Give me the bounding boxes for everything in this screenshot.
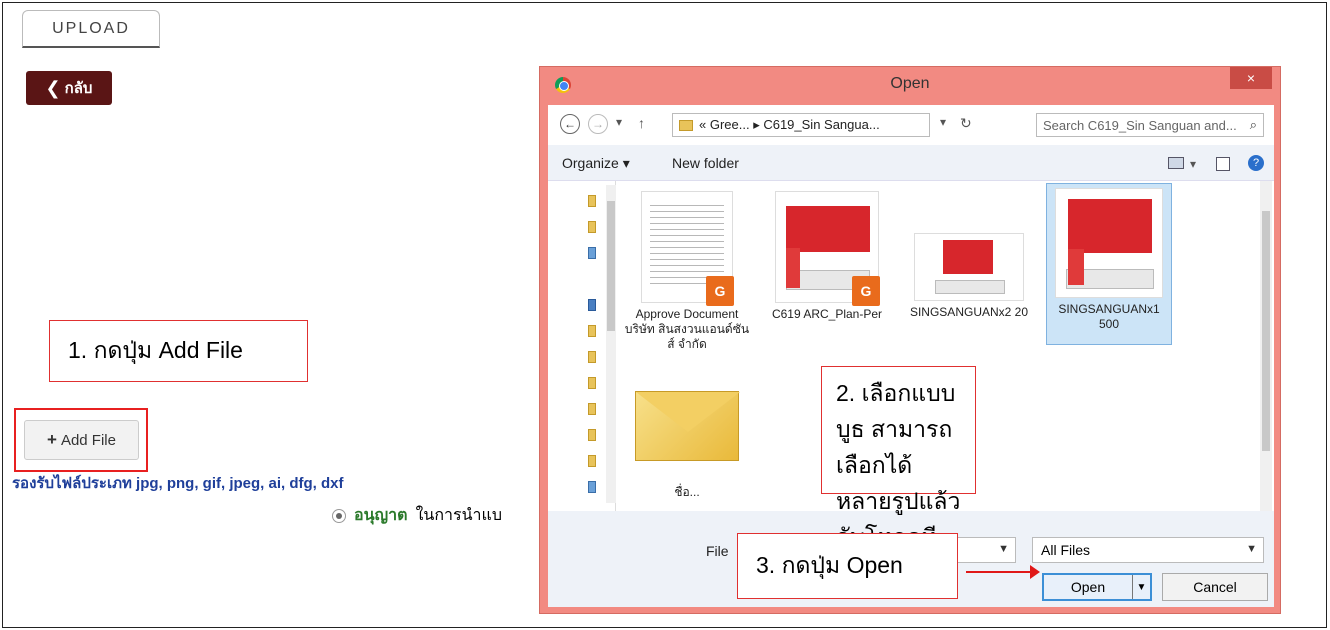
file-item[interactable]: ชื่อ... [624,391,750,500]
help-icon[interactable]: ? [1248,155,1264,171]
cancel-button[interactable]: Cancel [1162,573,1268,601]
callout-step1-text: 1. กดปุ่ม Add File [68,337,243,363]
dialog-toolbar: Organize ▾ New folder ▾ ? [548,145,1274,181]
tree-computer-icon[interactable] [588,299,596,311]
refresh-icon[interactable]: ↻ [960,115,972,132]
allow-text: ในการนำแบ [415,507,502,524]
pdf-icon: G [852,276,880,306]
new-folder-button[interactable]: New folder [672,155,739,171]
allow-row[interactable]: อนุญาต ในการนำแบ [332,503,502,528]
file-type-value: All Files [1041,542,1091,558]
supported-types-text: รองรับไฟล์ประเภท jpg, png, gif, jpeg, ai… [12,475,344,492]
booth-thumbnail: G [775,191,880,306]
tree-folder-icon[interactable] [588,429,596,441]
nav-scrollbar[interactable] [606,185,616,503]
file-item[interactable]: SINGSANGUANx2 20 [906,187,1032,320]
forward-nav-icon[interactable]: → [588,114,608,134]
open-button[interactable]: Open ▼ [1042,573,1152,601]
close-icon: × [1246,70,1256,86]
view-dropdown-icon[interactable]: ▾ [1190,157,1196,171]
add-file-label: Add File [60,431,116,449]
tree-folder-icon[interactable] [588,325,596,337]
plus-icon: + [47,430,57,449]
back-button[interactable]: ❮ กลับ [26,71,112,105]
search-placeholder: Search C619_Sin Sanguan and... [1043,117,1237,133]
booth-wall [943,240,993,274]
tree-network-icon[interactable] [588,247,596,259]
up-arrow-icon[interactable]: ↑ [638,115,645,131]
navigation-pane[interactable] [548,181,616,511]
close-button[interactable]: × [1230,67,1272,89]
add-file-button[interactable]: + Add File [24,420,139,460]
tree-folder-icon[interactable] [588,351,596,363]
file-item[interactable]: G Approve Document บริษัท สินสงวนแอนด์ซั… [624,187,750,352]
open-button-label: Open [1070,579,1106,595]
address-dropdown-icon[interactable]: ▾ [940,115,946,129]
dialog-title: Open [890,75,930,92]
organize-button[interactable]: Organize ▾ [562,155,630,172]
file-name-label: File [706,543,729,559]
back-nav-icon[interactable]: ← [560,114,580,134]
upload-tab-label: UPLOAD [52,19,130,37]
tree-folder-icon[interactable] [588,455,596,467]
content-scrollbar[interactable] [1260,181,1272,511]
pdf-icon: G [706,276,734,306]
tree-folder-icon[interactable] [588,377,596,389]
allow-radio[interactable] [332,508,346,523]
preview-pane-icon[interactable] [1216,157,1230,171]
allow-label: อนุญาต [354,507,408,524]
booth-thumbnail [914,233,1024,301]
back-button-label: กลับ [64,80,93,97]
booth-wall [1068,199,1152,253]
callout-step1: 1. กดปุ่ม Add File [49,320,308,382]
file-name: C619 ARC_Plan-Per [771,307,883,321]
file-name: Approve Document บริษัท สินสงวนแอนด์ซันส… [624,307,750,351]
document-lines [650,200,724,284]
callout-step3-text: 3. กดปุ่ม Open [756,552,903,578]
folder-icon [679,119,693,131]
booth-side [786,248,800,288]
file-type-select[interactable]: All Files ▼ [1032,537,1264,563]
tree-folder-icon[interactable] [588,403,596,415]
search-icon: ⌕ [1249,117,1257,132]
booth-floor [935,280,1005,294]
chevron-left-icon: ❮ [45,77,61,98]
pdf-thumbnail: G [641,191,734,306]
booth-side [1068,249,1084,285]
tree-folder-icon[interactable] [588,221,596,233]
file-name: ชื่อ... [674,485,700,499]
callout-step2: 2. เลือกแบบบูธ สามารถเลือกได้หลายรูปแล้ว… [821,366,976,586]
chevron-down-icon: ▼ [1246,543,1257,555]
view-mode-icon[interactable] [1168,157,1184,169]
cancel-button-label: Cancel [1193,579,1237,595]
file-name: SINGSANGUANx1 500 [1058,302,1160,331]
tree-folder-icon[interactable] [588,195,596,207]
booth-wall [786,206,870,252]
recent-dropdown-icon[interactable]: ▾ [616,115,622,129]
mail-icon [635,391,740,461]
chevron-down-icon: ▼ [998,543,1009,555]
address-bar[interactable]: « Gree... ▸ C619_Sin Sangua... [672,113,930,137]
search-input[interactable]: Search C619_Sin Sanguan and... ⌕ [1036,113,1264,137]
arrow-to-open [966,565,1040,579]
upload-tab[interactable]: UPLOAD [22,10,160,48]
dialog-titlebar[interactable]: Open × [540,67,1280,105]
breadcrumb: « Gree... ▸ C619_Sin Sangua... [699,117,880,132]
booth-thumbnail [1055,188,1163,298]
open-dropdown-icon[interactable]: ▼ [1132,575,1150,599]
file-name: SINGSANGUANx2 20 [909,305,1029,319]
callout-step3: 3. กดปุ่ม Open [737,533,958,599]
address-row: ← → ▾ ↑ « Gree... ▸ C619_Sin Sangua... ▾… [548,105,1274,145]
tree-drive-icon[interactable] [588,481,596,493]
file-item[interactable]: G C619 ARC_Plan-Per [764,187,890,322]
file-item-selected[interactable]: SINGSANGUANx1 500 [1046,183,1172,345]
